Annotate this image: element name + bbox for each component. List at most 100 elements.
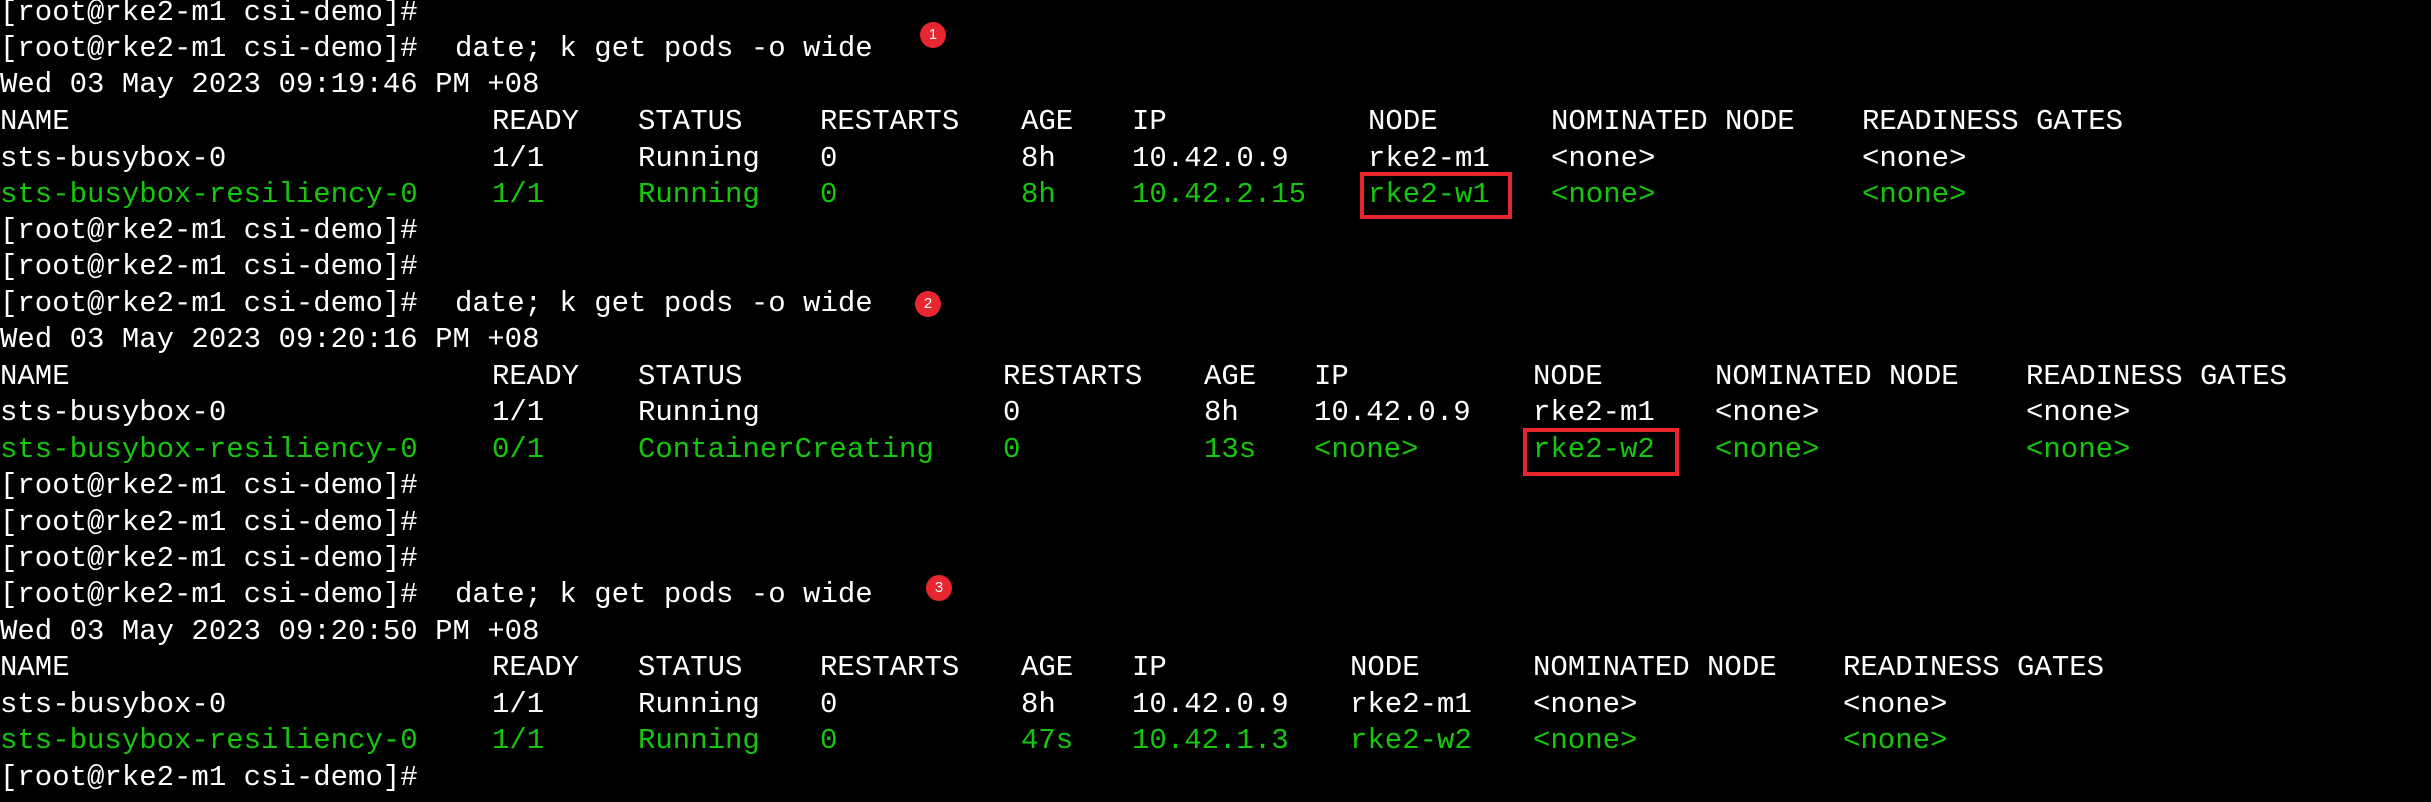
cell-name: sts-busybox-0 xyxy=(0,396,227,429)
prompt-text: [root@rke2-m1 csi-demo]# xyxy=(0,0,418,29)
prompt-line: [root@rke2-m1 csi-demo]# xyxy=(0,760,2431,796)
table-header: NAME READY STATUS RESTARTS AGE IP NODE N… xyxy=(0,359,2431,395)
prompt-text: [root@rke2-m1 csi-demo]# xyxy=(0,578,418,611)
prompt-text: [root@rke2-m1 csi-demo]# xyxy=(0,469,418,502)
cell-age: 13s xyxy=(1204,433,1257,466)
cell-readiness-gates: <none> xyxy=(2026,396,2131,429)
cell-readiness-gates: <none> xyxy=(1843,688,1948,721)
col-age-header: AGE xyxy=(1204,360,1257,393)
cell-name: sts-busybox-0 xyxy=(0,688,227,721)
cell-nominated-node: <none> xyxy=(1551,178,1656,211)
col-node-header: NODE xyxy=(1350,651,1420,684)
col-age-header: AGE xyxy=(1021,105,1074,138)
cell-restarts: 0 xyxy=(820,724,838,757)
col-nominated-node-header: NOMINATED NODE xyxy=(1533,651,1777,684)
cell-status: Running xyxy=(638,142,760,175)
cell-age: 47s xyxy=(1021,724,1074,757)
prompt-line: [root@rke2-m1 csi-demo]# xyxy=(0,213,2431,249)
command-text: date; k get pods -o wide xyxy=(455,578,873,611)
col-nominated-node-header: NOMINATED NODE xyxy=(1551,105,1795,138)
date-text: Wed 03 May 2023 09:19:46 PM +08 xyxy=(0,68,540,101)
cell-status: Running xyxy=(638,724,760,757)
cell-ip: <none> xyxy=(1314,433,1419,466)
table-row: sts-busybox-resiliency-0 1/1 Running 0 8… xyxy=(0,177,2431,213)
table-header: NAME READY STATUS RESTARTS AGE IP NODE N… xyxy=(0,104,2431,140)
col-restarts-header: RESTARTS xyxy=(820,105,960,138)
col-readiness-gates-header: READINESS GATES xyxy=(1843,651,2105,684)
col-readiness-gates-header: READINESS GATES xyxy=(2026,360,2288,393)
cell-readiness-gates: <none> xyxy=(1843,724,1948,757)
col-readiness-gates-header: READINESS GATES xyxy=(1862,105,2124,138)
prompt-text: [root@rke2-m1 csi-demo]# xyxy=(0,250,418,283)
col-name-header: NAME xyxy=(0,651,70,684)
cell-nominated-node: <none> xyxy=(1715,433,1820,466)
cell-status: Running xyxy=(638,178,760,211)
col-nominated-node-header: NOMINATED NODE xyxy=(1715,360,1959,393)
date-output: Wed 03 May 2023 09:20:50 PM +08 xyxy=(0,614,2431,650)
cell-nominated-node: <none> xyxy=(1533,724,1638,757)
col-status-header: STATUS xyxy=(638,651,743,684)
col-node-header: NODE xyxy=(1368,105,1438,138)
table-row: sts-busybox-resiliency-0 0/1 ContainerCr… xyxy=(0,432,2431,468)
prompt-line: [root@rke2-m1 csi-demo]# xyxy=(0,541,2431,577)
cell-restarts: 0 xyxy=(820,142,838,175)
command-text: date; k get pods -o wide xyxy=(455,32,873,65)
cell-ip: 10.42.0.9 xyxy=(1314,396,1471,429)
col-ip-header: IP xyxy=(1314,360,1349,393)
cell-ip: 10.42.0.9 xyxy=(1132,142,1289,175)
cell-ready: 1/1 xyxy=(492,142,545,175)
prompt-line: [root@rke2-m1 csi-demo]# xyxy=(0,505,2431,541)
col-ready-header: READY xyxy=(492,360,580,393)
cell-node: rke2-w2 xyxy=(1350,724,1472,757)
cell-ready: 0/1 xyxy=(492,433,545,466)
cell-nominated-node: <none> xyxy=(1551,142,1656,175)
annotation-badge: 3 xyxy=(926,575,952,601)
cell-status: ContainerCreating xyxy=(638,433,934,466)
col-ip-header: IP xyxy=(1132,105,1167,138)
cell-readiness-gates: <none> xyxy=(2026,433,2131,466)
annotation-badge: 2 xyxy=(915,291,941,317)
table-row: sts-busybox-0 1/1 Running 0 8h 10.42.0.9… xyxy=(0,395,2431,431)
cell-restarts: 0 xyxy=(820,178,838,211)
command-line: [root@rke2-m1 csi-demo]# date; k get pod… xyxy=(0,286,2431,322)
prompt-text: [root@rke2-m1 csi-demo]# xyxy=(0,542,418,575)
col-ip-header: IP xyxy=(1132,651,1167,684)
cell-readiness-gates: <none> xyxy=(1862,142,1967,175)
col-ready-header: READY xyxy=(492,651,580,684)
cell-node: rke2-m1 xyxy=(1350,688,1472,721)
cell-status: Running xyxy=(638,396,760,429)
command-text: date; k get pods -o wide xyxy=(455,287,873,320)
cell-name: sts-busybox-resiliency-0 xyxy=(0,433,418,466)
cell-restarts: 0 xyxy=(1003,433,1021,466)
prompt-line: [root@rke2-m1 csi-demo]# xyxy=(0,468,2431,504)
cell-name: sts-busybox-resiliency-0 xyxy=(0,724,418,757)
col-status-header: STATUS xyxy=(638,105,743,138)
cell-nominated-node: <none> xyxy=(1533,688,1638,721)
col-restarts-header: RESTARTS xyxy=(820,651,960,684)
prompt-text: [root@rke2-m1 csi-demo]# xyxy=(0,214,418,247)
date-text: Wed 03 May 2023 09:20:16 PM +08 xyxy=(0,323,540,356)
date-output: Wed 03 May 2023 09:19:46 PM +08 xyxy=(0,67,2431,103)
cell-age: 8h xyxy=(1021,142,1056,175)
node-highlight-box xyxy=(1360,172,1512,219)
date-text: Wed 03 May 2023 09:20:50 PM +08 xyxy=(0,615,540,648)
cell-ready: 1/1 xyxy=(492,688,545,721)
col-status-header: STATUS xyxy=(638,360,743,393)
col-age-header: AGE xyxy=(1021,651,1074,684)
table-row: sts-busybox-resiliency-0 1/1 Running 0 4… xyxy=(0,723,2431,759)
cell-ip: 10.42.1.3 xyxy=(1132,724,1289,757)
prompt-text: [root@rke2-m1 csi-demo]# xyxy=(0,32,418,65)
terminal-window[interactable]: [root@rke2-m1 csi-demo]# [root@rke2-m1 c… xyxy=(0,0,2431,802)
cell-ready: 1/1 xyxy=(492,724,545,757)
prompt-text: [root@rke2-m1 csi-demo]# xyxy=(0,287,418,320)
annotation-badge: 1 xyxy=(920,22,946,48)
col-name-header: NAME xyxy=(0,360,70,393)
cell-restarts: 0 xyxy=(1003,396,1021,429)
cell-ready: 1/1 xyxy=(492,178,545,211)
col-ready-header: READY xyxy=(492,105,580,138)
cell-age: 8h xyxy=(1021,178,1056,211)
prompt-text: [root@rke2-m1 csi-demo]# xyxy=(0,761,418,794)
cell-ip: 10.42.0.9 xyxy=(1132,688,1289,721)
cell-nominated-node: <none> xyxy=(1715,396,1820,429)
cell-restarts: 0 xyxy=(820,688,838,721)
